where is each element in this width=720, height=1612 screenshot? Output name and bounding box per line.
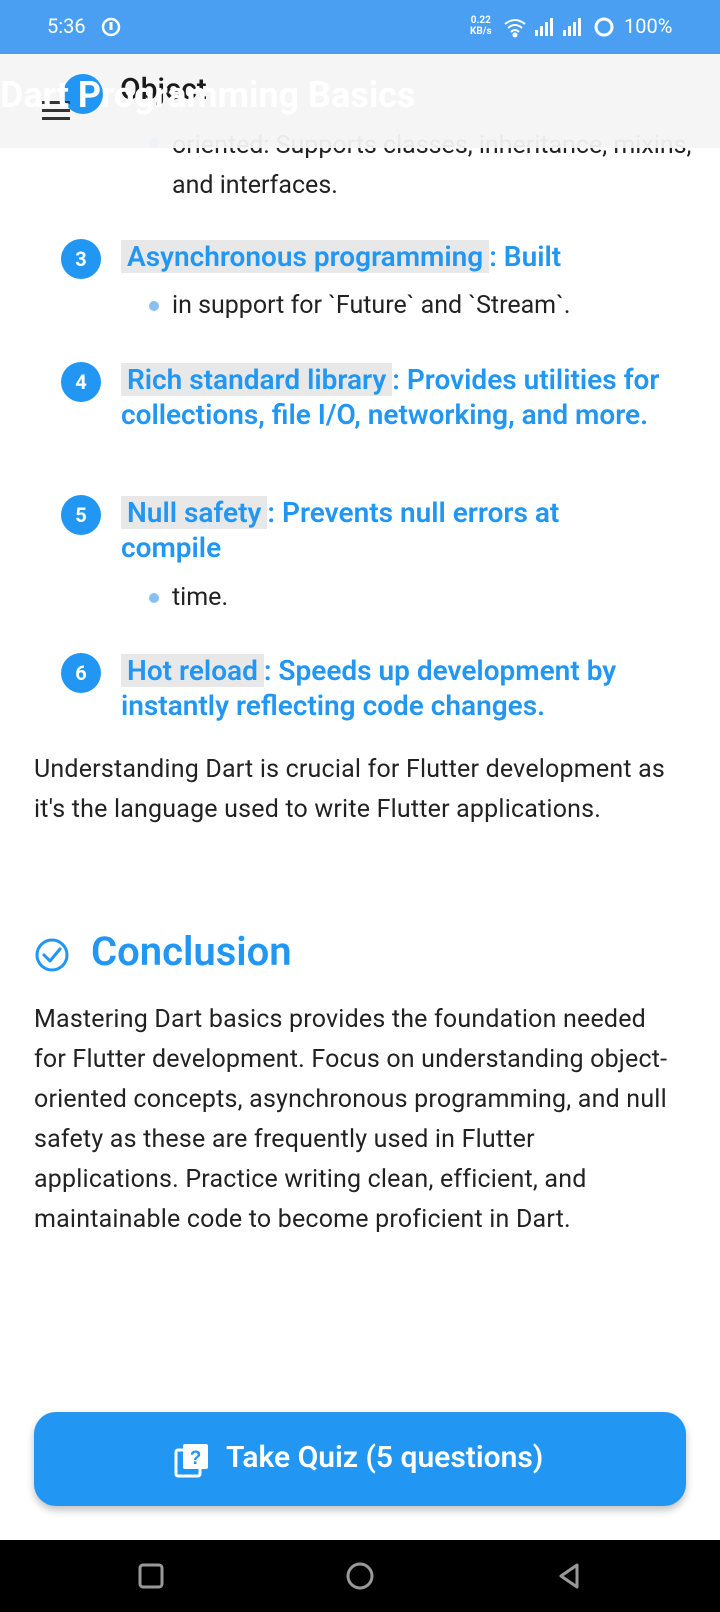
status-bar: 5:36 0.22 KB/s 100% <box>0 0 720 54</box>
system-navigation-bar <box>0 1540 720 1612</box>
page-title: Dart Programming Basics <box>0 74 416 116</box>
back-icon[interactable] <box>553 1560 585 1592</box>
feature-title: Asynchronous programming: Built <box>121 239 661 274</box>
signal-icons <box>504 17 614 38</box>
summary-paragraph: Understanding Dart is crucial for Flutte… <box>34 755 666 824</box>
conclusion-heading: Conclusion <box>91 928 292 975</box>
check-circle-icon <box>35 938 69 972</box>
battery-ring-icon <box>594 17 614 37</box>
recent-apps-icon[interactable] <box>135 1560 167 1592</box>
network-speed: 0.22 KB/s <box>470 15 492 37</box>
battery-percent: 100% <box>624 14 673 38</box>
conclusion-paragraph: Mastering Dart basics provides the found… <box>34 1005 668 1234</box>
home-icon[interactable] <box>344 1560 376 1592</box>
step-number: 4 <box>61 362 101 402</box>
take-quiz-label: Take Quiz (5 questions) <box>226 1440 544 1475</box>
step-number: 3 <box>61 239 101 279</box>
bullet-dot-icon <box>149 301 159 311</box>
take-quiz-button[interactable]: ? Take Quiz (5 questions) <box>34 1412 686 1506</box>
feature-title: Hot reload: Speeds up development by ins… <box>121 654 617 722</box>
cellular-signal-icon <box>535 18 581 36</box>
step-number: 5 <box>61 495 101 535</box>
quiz-icon: ? <box>174 1444 208 1478</box>
svg-text:?: ? <box>190 1448 202 1469</box>
step-number: 6 <box>61 653 101 693</box>
wifi-icon <box>504 19 526 38</box>
feature-title: Rich standard library: Provides utilitie… <box>121 363 660 431</box>
bullet-dot-icon <box>149 593 159 603</box>
feature-title: Null safety: Prevents null errors at com… <box>121 496 560 564</box>
app-bar: Object Dart Programming Basics <box>0 54 720 148</box>
app-notification-icon <box>101 17 121 37</box>
status-time: 5:36 <box>47 14 86 38</box>
